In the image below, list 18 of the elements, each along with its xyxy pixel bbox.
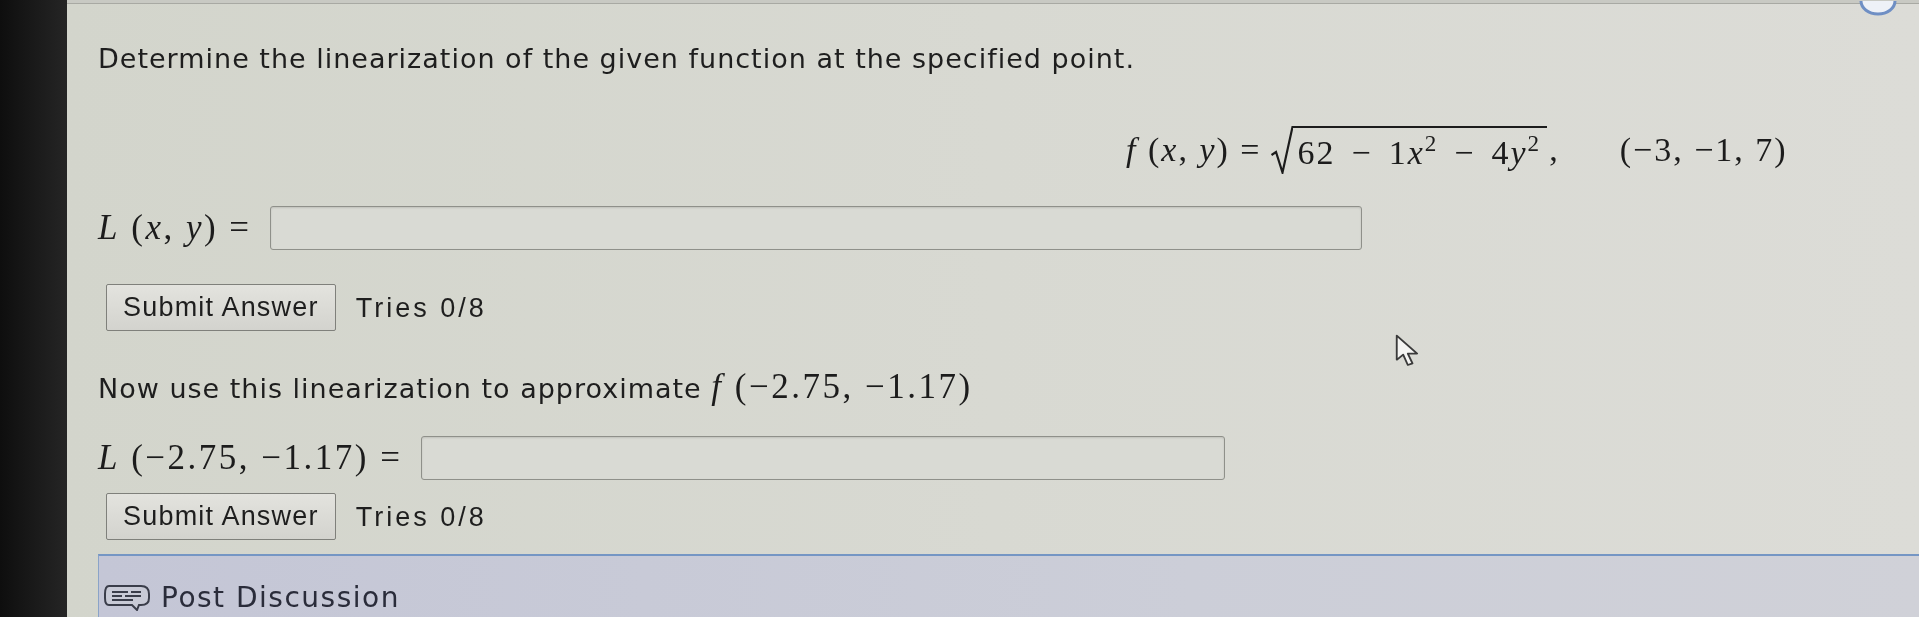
function-definition: f (x, y) = xyxy=(1126,131,1262,169)
answer-field[interactable] xyxy=(420,436,1225,480)
radicand-expression: 62 − 1x$^{2}$ − 4y$^{2}$ xyxy=(1293,126,1548,174)
submit-answer-button[interactable]: Submit Answer xyxy=(106,284,336,331)
radical-sign-icon xyxy=(1271,126,1294,174)
question-text: Now use this linearization to approximate f (−2.75, −1.17) xyxy=(98,369,973,407)
speech-bubble-icon xyxy=(103,585,151,611)
post-discussion-link[interactable]: Post Discussion xyxy=(103,582,400,614)
tries-counter: Tries 0/8 xyxy=(355,291,487,325)
answer-label: L (−2.75, −1.17) = xyxy=(98,437,403,479)
tries-counter: Tries 0/8 xyxy=(355,500,487,534)
answer-label: L (x, y) = xyxy=(98,207,252,249)
comma-text: , xyxy=(1549,131,1560,169)
question-text: Determine the linearization of the given function at the specified point. xyxy=(98,44,1135,74)
submit-answer-button[interactable]: Submit Answer xyxy=(106,493,336,540)
ring-icon xyxy=(1859,0,1897,16)
answer-field[interactable] xyxy=(269,206,1362,250)
point-coordinates: (−3, −1, 7) xyxy=(1619,131,1788,169)
